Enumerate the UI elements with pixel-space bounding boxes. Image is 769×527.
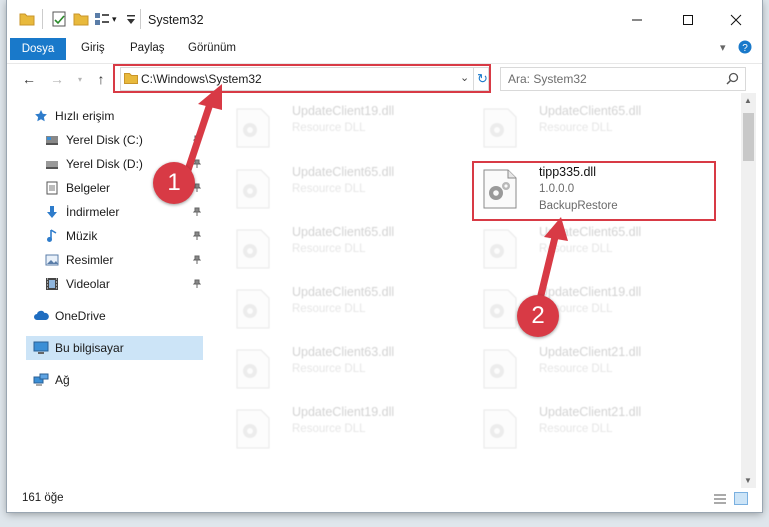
annotation-arrows	[184, 84, 568, 299]
step-1-badge: 1	[153, 162, 195, 204]
step-2-badge: 2	[517, 295, 559, 337]
